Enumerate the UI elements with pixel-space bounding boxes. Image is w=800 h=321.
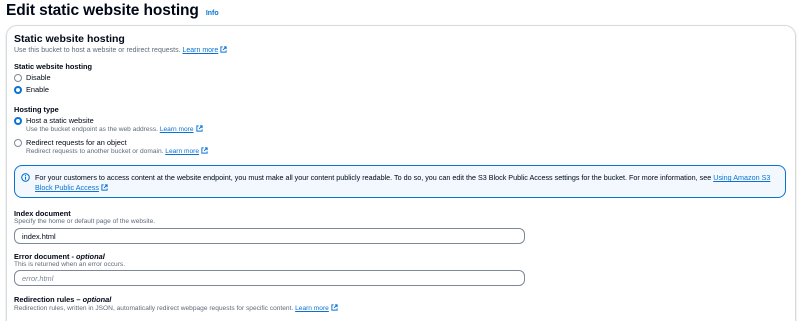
external-link-icon [220, 46, 227, 53]
redirection-rules-label: Redirection rules – optional [14, 295, 112, 304]
external-link-icon [331, 304, 338, 311]
info-alert: For your customers to access content at … [14, 165, 786, 198]
redirection-rules-optional: optional [82, 295, 112, 304]
error-document-label: Error document - optional [14, 252, 105, 261]
panel-title: Static website hosting [14, 33, 125, 45]
radio-enable-label[interactable]: Enable [26, 85, 49, 94]
panel-learn-more-link[interactable]: Learn more [182, 47, 218, 54]
alert-text: For your customers to access content at … [35, 173, 712, 182]
radio-redirect[interactable] [14, 139, 22, 147]
info-icon [21, 173, 30, 182]
external-link-icon [195, 125, 203, 132]
hosting-type-label: Hosting type [14, 105, 59, 114]
error-document-description: This is returned when an error occurs. [14, 261, 126, 268]
radio-host-static[interactable] [14, 117, 22, 125]
radio-enable[interactable] [14, 86, 22, 94]
redirection-rules-label-text: Redirection rules [14, 295, 75, 304]
redirection-rules-learn-more-link[interactable]: Learn more [295, 305, 329, 312]
redirection-rules-description: Redirection rules, written in JSON, auto… [14, 304, 338, 312]
page-heading: Edit static website hosting [6, 2, 199, 19]
alert-message: For your customers to access content at … [35, 173, 775, 194]
panel-description: Use this bucket to host a website or red… [14, 46, 227, 54]
host-static-description: Use the bucket endpoint as the web addre… [26, 125, 203, 133]
redirect-learn-more-link[interactable]: Learn more [165, 148, 199, 155]
error-document-label-text: Error document [14, 252, 70, 261]
panel-description-text: Use this bucket to host a website or red… [14, 47, 181, 54]
index-document-input[interactable] [14, 228, 525, 244]
index-document-label: Index document [14, 209, 71, 218]
external-link-icon [101, 184, 108, 192]
error-document-input[interactable] [14, 270, 525, 286]
redirect-description: Redirect requests to another bucket or d… [26, 147, 208, 155]
index-document-description: Specify the home or default page of the … [14, 218, 156, 225]
radio-host-static-label[interactable]: Host a static website [26, 116, 94, 125]
page-title: Edit static website hosting Info [6, 2, 219, 20]
error-document-optional: optional [76, 252, 105, 261]
hosting-toggle-label: Static website hosting [14, 62, 93, 71]
redirect-description-text: Redirect requests to another bucket or d… [26, 148, 164, 155]
host-static-description-text: Use the bucket endpoint as the web addre… [26, 126, 158, 133]
radio-redirect-label[interactable]: Redirect requests for an object [26, 138, 127, 147]
radio-disable[interactable] [14, 74, 22, 82]
external-link-icon [201, 147, 208, 154]
radio-disable-label[interactable]: Disable [26, 73, 51, 82]
info-link[interactable]: Info [206, 10, 219, 17]
host-static-learn-more-link[interactable]: Learn more [160, 126, 194, 133]
redirection-rules-description-text: Redirection rules, written in JSON, auto… [14, 305, 294, 312]
